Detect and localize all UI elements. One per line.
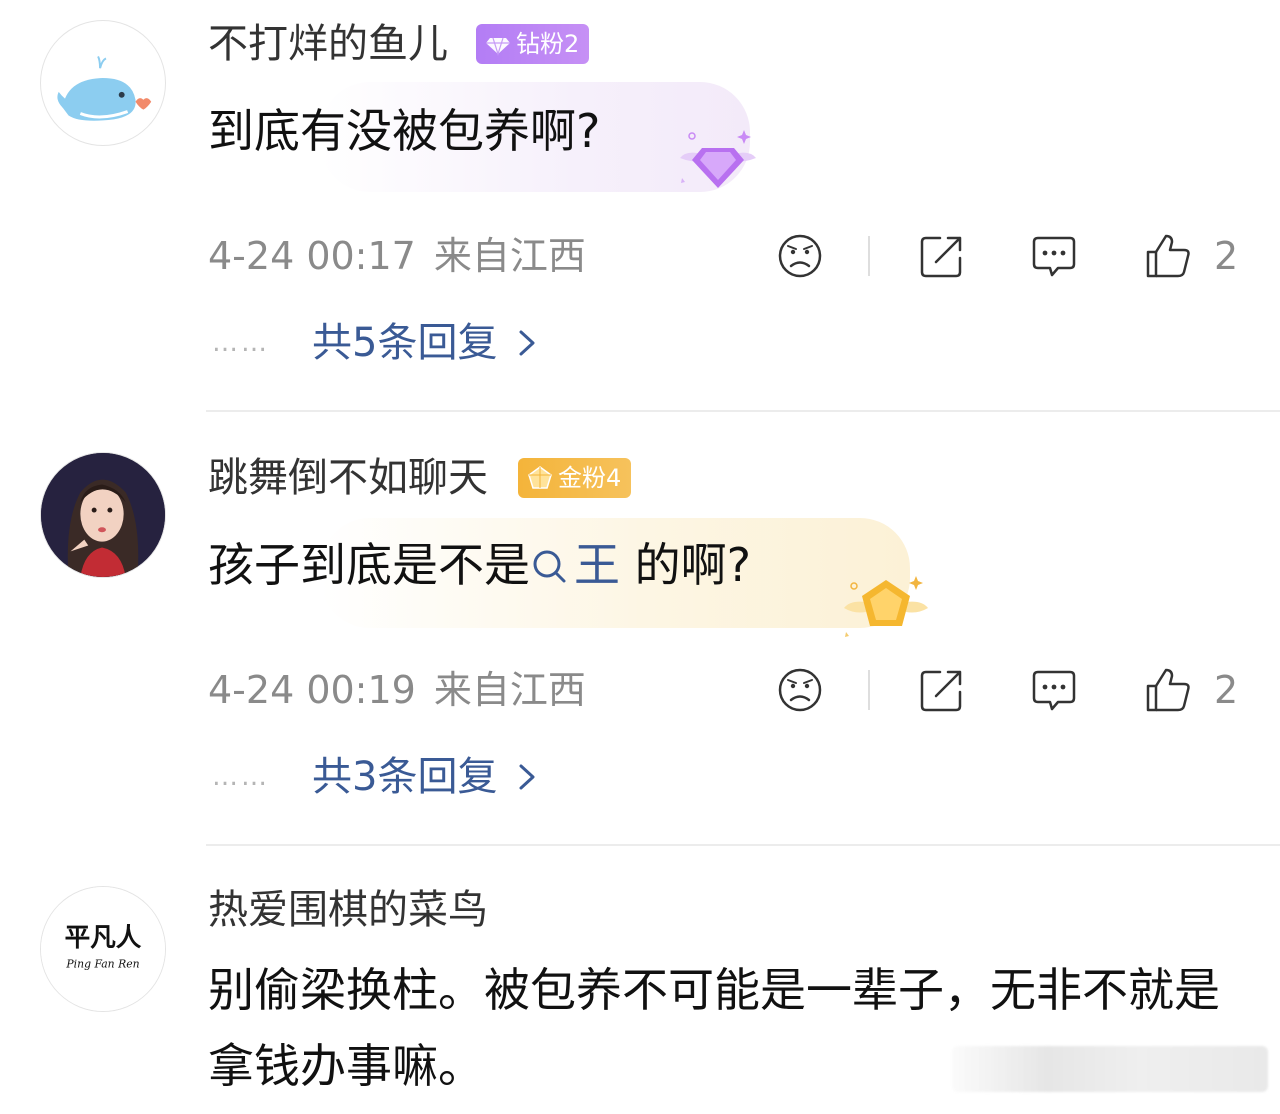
fan-badge[interactable]: 钻粉2 (476, 24, 590, 64)
comment-item: 跳舞倒不如聊天 金粉4 孩子到底是不是王 的啊? 4-24 00:19 来自江西 (0, 412, 1280, 846)
username[interactable]: 热爱围棋的菜鸟 (208, 886, 488, 934)
comment-text: 到底有没被包养啊? (208, 104, 601, 158)
diamond-icon (486, 37, 510, 57)
badge-label: 金粉4 (558, 464, 622, 492)
comment-list: 不打烊的鱼儿 钻粉2 到底有没被包养啊? 4-24 00:17 来自江西 2 …… (0, 0, 1280, 1114)
like-count: 2 (1214, 668, 1239, 712)
thumbs-up-icon[interactable] (1144, 232, 1192, 280)
chevron-right-icon (519, 764, 535, 790)
fan-badge[interactable]: 金粉4 (518, 458, 632, 498)
comment-meta: 4-24 00:19 来自江西 (208, 666, 586, 714)
view-replies-link[interactable]: 共5条回复 (312, 318, 539, 368)
gold-gem-icon (528, 466, 552, 489)
comment-bubble-icon[interactable] (1030, 666, 1078, 714)
comment-date: 4-24 00:19 (208, 668, 416, 712)
action-divider (868, 670, 870, 710)
comment-location: 来自江西 (433, 234, 586, 278)
pingfanren-logo-icon: 平凡人 Ping Fan Ren (41, 887, 165, 1011)
view-replies-link[interactable]: 共3条回复 (312, 752, 539, 802)
comment-item: 不打烊的鱼儿 钻粉2 到底有没被包养啊? 4-24 00:17 来自江西 2 …… (0, 0, 1280, 412)
mention-link[interactable]: 王 (530, 538, 620, 592)
avatar-logo-sub: Ping Fan Ren (65, 958, 139, 971)
angry-face-icon[interactable] (776, 232, 824, 280)
replies-dots: …… (212, 328, 270, 358)
chevron-right-icon (519, 330, 535, 356)
replies-dots: …… (212, 762, 270, 792)
search-icon (533, 550, 566, 583)
user-photo-icon (41, 453, 165, 577)
comment-text-before: 孩子到底是不是 (208, 538, 530, 592)
comment-item: 平凡人 Ping Fan Ren 热爱围棋的菜鸟 别偷梁换柱。被包养不可能是一辈… (0, 846, 1280, 1114)
like-count: 2 (1214, 234, 1239, 278)
badge-label: 钻粉2 (516, 30, 580, 58)
avatar[interactable] (40, 20, 166, 146)
comment-location: 来自江西 (433, 668, 586, 712)
replies-label: 共5条回复 (312, 320, 498, 366)
comment-date: 4-24 00:17 (208, 234, 416, 278)
replies-row: …… 共3条回复 (212, 752, 539, 802)
avatar-logo-text: 平凡人 (65, 923, 142, 953)
mention-text: 王 (574, 538, 620, 592)
blurred-watermark (952, 1046, 1268, 1092)
replies-label: 共3条回复 (312, 754, 498, 800)
gold-wings-icon (844, 576, 928, 637)
share-icon[interactable] (918, 232, 966, 280)
action-divider (868, 236, 870, 276)
comment-meta: 4-24 00:17 来自江西 (208, 232, 586, 280)
avatar[interactable]: 平凡人 Ping Fan Ren (40, 886, 166, 1012)
comment-text: 孩子到底是不是王 的啊? (208, 532, 751, 598)
comment-text-after: 的啊? (620, 538, 752, 592)
avatar[interactable] (40, 452, 166, 578)
username[interactable]: 跳舞倒不如聊天 (208, 454, 488, 502)
angry-face-icon[interactable] (776, 666, 824, 714)
comment-bubble-icon[interactable] (1030, 232, 1078, 280)
diamond-wings-icon (680, 130, 756, 188)
replies-row: …… 共5条回复 (212, 318, 539, 368)
whale-icon (57, 55, 152, 121)
share-icon[interactable] (918, 666, 966, 714)
username[interactable]: 不打烊的鱼儿 (208, 20, 448, 68)
thumbs-up-icon[interactable] (1144, 666, 1192, 714)
